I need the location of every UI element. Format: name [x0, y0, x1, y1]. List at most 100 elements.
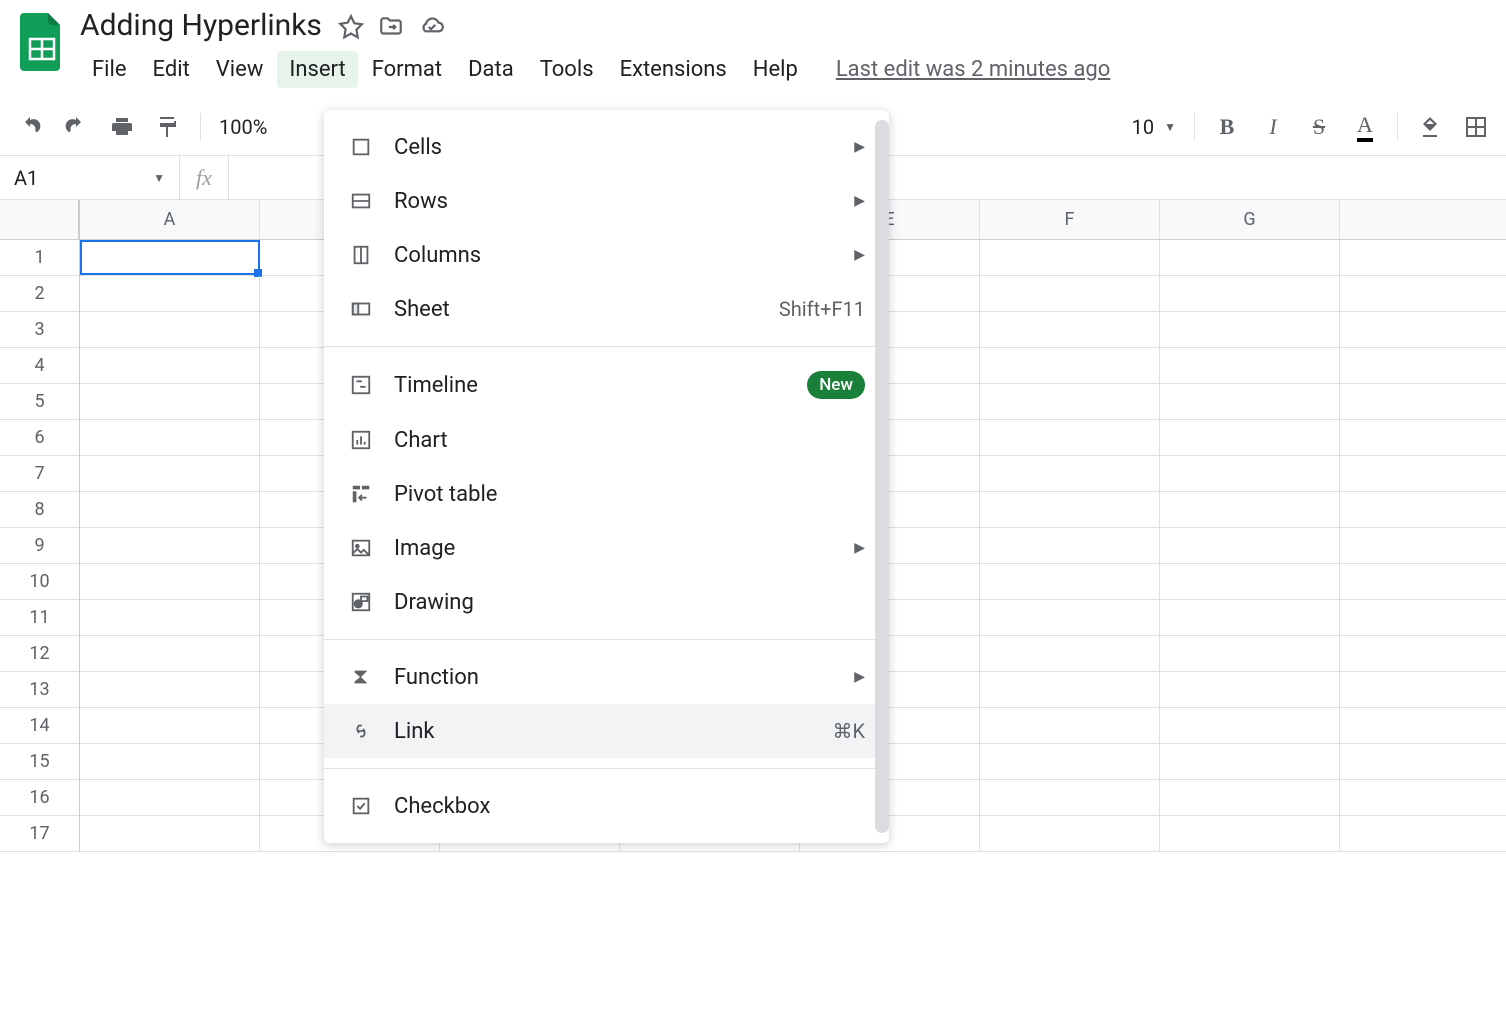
cell[interactable]: [980, 672, 1160, 707]
menu-item-image[interactable]: Image▶: [324, 521, 889, 575]
row-header[interactable]: 2: [0, 276, 79, 312]
cell[interactable]: [980, 708, 1160, 743]
menu-help[interactable]: Help: [741, 51, 810, 88]
row-header[interactable]: 11: [0, 600, 79, 636]
scrollbar[interactable]: [875, 120, 889, 833]
cell[interactable]: [80, 348, 260, 383]
row-header[interactable]: 12: [0, 636, 79, 672]
cell[interactable]: [80, 492, 260, 527]
column-header[interactable]: G: [1160, 200, 1340, 239]
row-header[interactable]: 1: [0, 240, 79, 276]
cell[interactable]: [1160, 816, 1340, 851]
row-header[interactable]: 4: [0, 348, 79, 384]
cell[interactable]: [980, 816, 1160, 851]
row-header[interactable]: 8: [0, 492, 79, 528]
menu-file[interactable]: File: [80, 51, 139, 88]
zoom-select[interactable]: 100%: [219, 115, 267, 139]
cell[interactable]: [1160, 240, 1340, 275]
cell[interactable]: [980, 636, 1160, 671]
row-header[interactable]: 14: [0, 708, 79, 744]
cell[interactable]: [80, 816, 260, 851]
font-size-select[interactable]: 10 ▼: [1132, 115, 1176, 139]
move-icon[interactable]: [378, 14, 402, 38]
cell[interactable]: [80, 420, 260, 455]
cell[interactable]: [1160, 456, 1340, 491]
menu-item-drawing[interactable]: Drawing: [324, 575, 889, 629]
cell[interactable]: [1160, 492, 1340, 527]
row-header[interactable]: 7: [0, 456, 79, 492]
cell[interactable]: [980, 780, 1160, 815]
cell[interactable]: [80, 456, 260, 491]
row-header[interactable]: 13: [0, 672, 79, 708]
cell[interactable]: [980, 564, 1160, 599]
print-button[interactable]: [108, 113, 136, 141]
borders-button[interactable]: [1462, 113, 1490, 141]
menu-item-sheet[interactable]: SheetShift+F11: [324, 282, 889, 336]
document-title[interactable]: Adding Hyperlinks: [80, 8, 322, 43]
cell[interactable]: [1160, 672, 1340, 707]
menu-tools[interactable]: Tools: [528, 51, 606, 88]
cell[interactable]: [80, 564, 260, 599]
cell[interactable]: [80, 744, 260, 779]
paint-format-button[interactable]: [154, 113, 182, 141]
cloud-status-icon[interactable]: [418, 14, 442, 38]
menu-edit[interactable]: Edit: [141, 51, 202, 88]
cell[interactable]: [80, 672, 260, 707]
menu-extensions[interactable]: Extensions: [608, 51, 739, 88]
menu-view[interactable]: View: [204, 51, 276, 88]
cell[interactable]: [80, 384, 260, 419]
column-header[interactable]: F: [980, 200, 1160, 239]
cell[interactable]: [1160, 600, 1340, 635]
column-header[interactable]: A: [80, 200, 260, 239]
menu-item-columns[interactable]: Columns▶: [324, 228, 889, 282]
undo-button[interactable]: [16, 113, 44, 141]
menu-item-cells[interactable]: Cells▶: [324, 120, 889, 174]
cell[interactable]: [1160, 564, 1340, 599]
row-header[interactable]: 17: [0, 816, 79, 852]
menu-item-pivot-table[interactable]: Pivot table: [324, 467, 889, 521]
cell[interactable]: [980, 600, 1160, 635]
cell[interactable]: [980, 348, 1160, 383]
menu-item-link[interactable]: Link⌘K: [324, 704, 889, 758]
cell[interactable]: [80, 276, 260, 311]
redo-button[interactable]: [62, 113, 90, 141]
cell[interactable]: [80, 312, 260, 347]
strikethrough-button[interactable]: S: [1305, 113, 1333, 141]
menu-item-timeline[interactable]: TimelineNew: [324, 357, 889, 413]
cell[interactable]: [80, 600, 260, 635]
menu-item-chart[interactable]: Chart: [324, 413, 889, 467]
sheets-logo[interactable]: [16, 8, 68, 76]
row-header[interactable]: 3: [0, 312, 79, 348]
star-icon[interactable]: [338, 14, 362, 38]
cell[interactable]: [80, 528, 260, 563]
cell[interactable]: [80, 636, 260, 671]
menu-data[interactable]: Data: [456, 51, 526, 88]
fill-color-button[interactable]: [1416, 113, 1444, 141]
row-header[interactable]: 16: [0, 780, 79, 816]
cell[interactable]: [980, 384, 1160, 419]
row-header[interactable]: 6: [0, 420, 79, 456]
cell[interactable]: [1160, 636, 1340, 671]
cell[interactable]: [1160, 348, 1340, 383]
cell[interactable]: [980, 240, 1160, 275]
cell[interactable]: [1160, 312, 1340, 347]
cell[interactable]: [980, 456, 1160, 491]
menu-format[interactable]: Format: [360, 51, 454, 88]
cell[interactable]: [1160, 744, 1340, 779]
menu-item-checkbox[interactable]: Checkbox: [324, 779, 889, 833]
cell-reference-box[interactable]: A1 ▼: [0, 156, 180, 199]
cell[interactable]: [980, 312, 1160, 347]
cell[interactable]: [80, 780, 260, 815]
cell[interactable]: [980, 492, 1160, 527]
row-header[interactable]: 15: [0, 744, 79, 780]
menu-item-rows[interactable]: Rows▶: [324, 174, 889, 228]
cell[interactable]: [1160, 708, 1340, 743]
cell[interactable]: [980, 276, 1160, 311]
cell[interactable]: [980, 528, 1160, 563]
cell[interactable]: [80, 708, 260, 743]
bold-button[interactable]: B: [1213, 113, 1241, 141]
cell[interactable]: [1160, 780, 1340, 815]
row-header[interactable]: 9: [0, 528, 79, 564]
cell[interactable]: [1160, 528, 1340, 563]
cell[interactable]: [80, 240, 260, 275]
